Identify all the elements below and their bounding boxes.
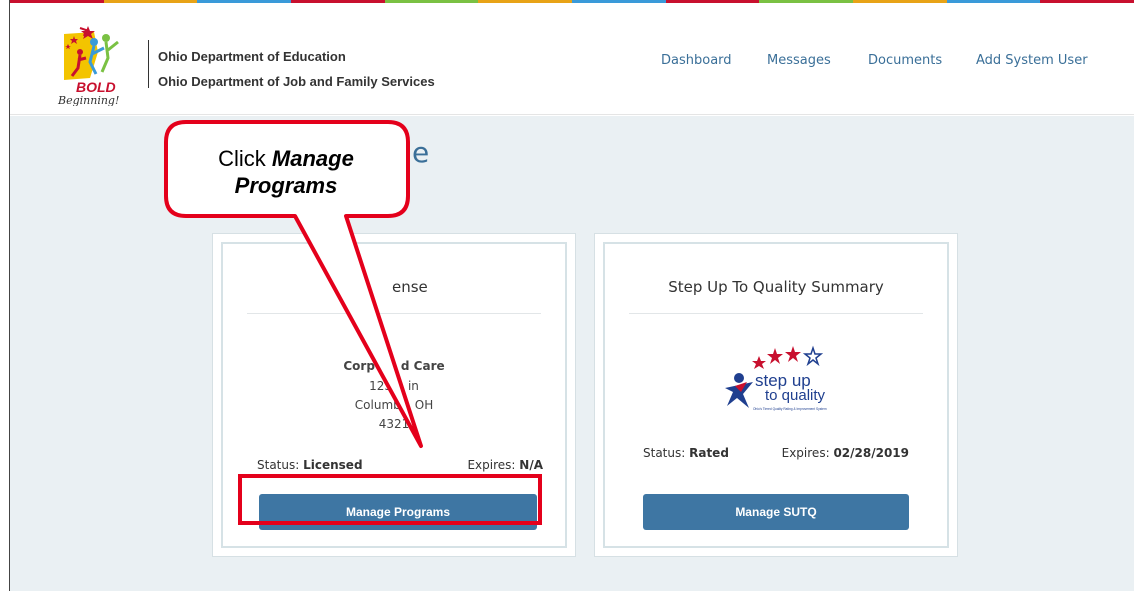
nav-add-system-user[interactable]: Add System User [976, 53, 1088, 68]
license-status-value: Licensed [303, 458, 363, 472]
sutq-status-label: Status: [643, 446, 686, 460]
license-status-row: Status: Licensed Expires: N/A [257, 458, 543, 472]
sutq-logo: step up to quality Ohio's Tiered Quality… [725, 345, 827, 411]
license-expires-value: N/A [519, 458, 543, 472]
agency-line-education: Ohio Department of Education [158, 49, 346, 64]
sutq-card: Step Up To Quality Summary step up to qu… [594, 233, 958, 557]
logo-divider [148, 40, 149, 88]
program-name-part-1: Corp [343, 359, 375, 373]
sutq-expires: Expires: 02/28/2019 [782, 446, 909, 460]
callout-text: Click Manage Programs [180, 145, 392, 199]
manage-programs-highlight-box [238, 474, 542, 525]
license-expires: Expires: N/A [467, 458, 543, 472]
sutq-card-inner: Step Up To Quality Summary step up to qu… [603, 242, 949, 548]
logo-bold-text: BOLD [76, 79, 116, 95]
address-line2-part-2: OH [414, 398, 434, 412]
sutq-status: Status: Rated [643, 446, 729, 460]
agency-names: Ohio Department of Education Ohio Depart… [158, 44, 435, 94]
address-line1-part-2: in [407, 379, 419, 393]
program-name-part-2: d Care [400, 359, 445, 373]
nav-documents[interactable]: Documents [868, 53, 942, 68]
program-address-line3: 4321 [378, 417, 410, 431]
license-card-title: ense [392, 278, 428, 296]
sutq-expires-label: Expires: [781, 446, 830, 460]
license-expires-label: Expires: [467, 458, 516, 472]
manage-sutq-button[interactable]: Manage SUTQ [643, 494, 909, 530]
program-address-line1: 123 in [223, 377, 565, 396]
sutq-logo-text-2: to quality [765, 387, 826, 404]
nav-dashboard[interactable]: Dashboard [661, 53, 732, 68]
program-address-line2: Columb OH [223, 396, 565, 415]
callout-emphasis-1: Manage [271, 146, 354, 171]
sutq-status-value: Rated [689, 446, 729, 460]
sutq-expires-value: 02/28/2019 [833, 446, 909, 460]
license-status: Status: Licensed [257, 458, 363, 472]
logo-beginning-text: Beginning! [57, 94, 119, 106]
callout-emphasis-2: Programs [234, 173, 338, 198]
nav-messages[interactable]: Messages [767, 53, 831, 68]
license-card-divider [247, 313, 541, 314]
sutq-card-title: Step Up To Quality Summary [668, 278, 884, 296]
site-header: BOLD Beginning! Ohio Department of Educa… [10, 4, 1134, 115]
sutq-logo-subtext: Ohio's Tiered Quality Rating & Improveme… [753, 407, 827, 411]
sutq-status-row: Status: Rated Expires: 02/28/2019 [643, 446, 909, 460]
main-content: e ense Corp d Care 123 in Columb OH 4321 St… [10, 116, 1134, 591]
app-frame: BOLD Beginning! Ohio Department of Educa… [9, 0, 1134, 591]
callout-prefix: Click [218, 146, 272, 171]
page-title: e [412, 136, 430, 169]
license-status-label: Status: [257, 458, 300, 472]
bold-beginning-logo[interactable]: BOLD Beginning! [50, 22, 142, 106]
address-line1-part-1: 123 [369, 379, 392, 393]
sutq-card-divider [629, 313, 923, 314]
program-name: Corp d Care [223, 357, 565, 376]
agency-line-jfs: Ohio Department of Job and Family Servic… [158, 74, 435, 89]
address-line2-part-1: Columb [354, 398, 401, 412]
